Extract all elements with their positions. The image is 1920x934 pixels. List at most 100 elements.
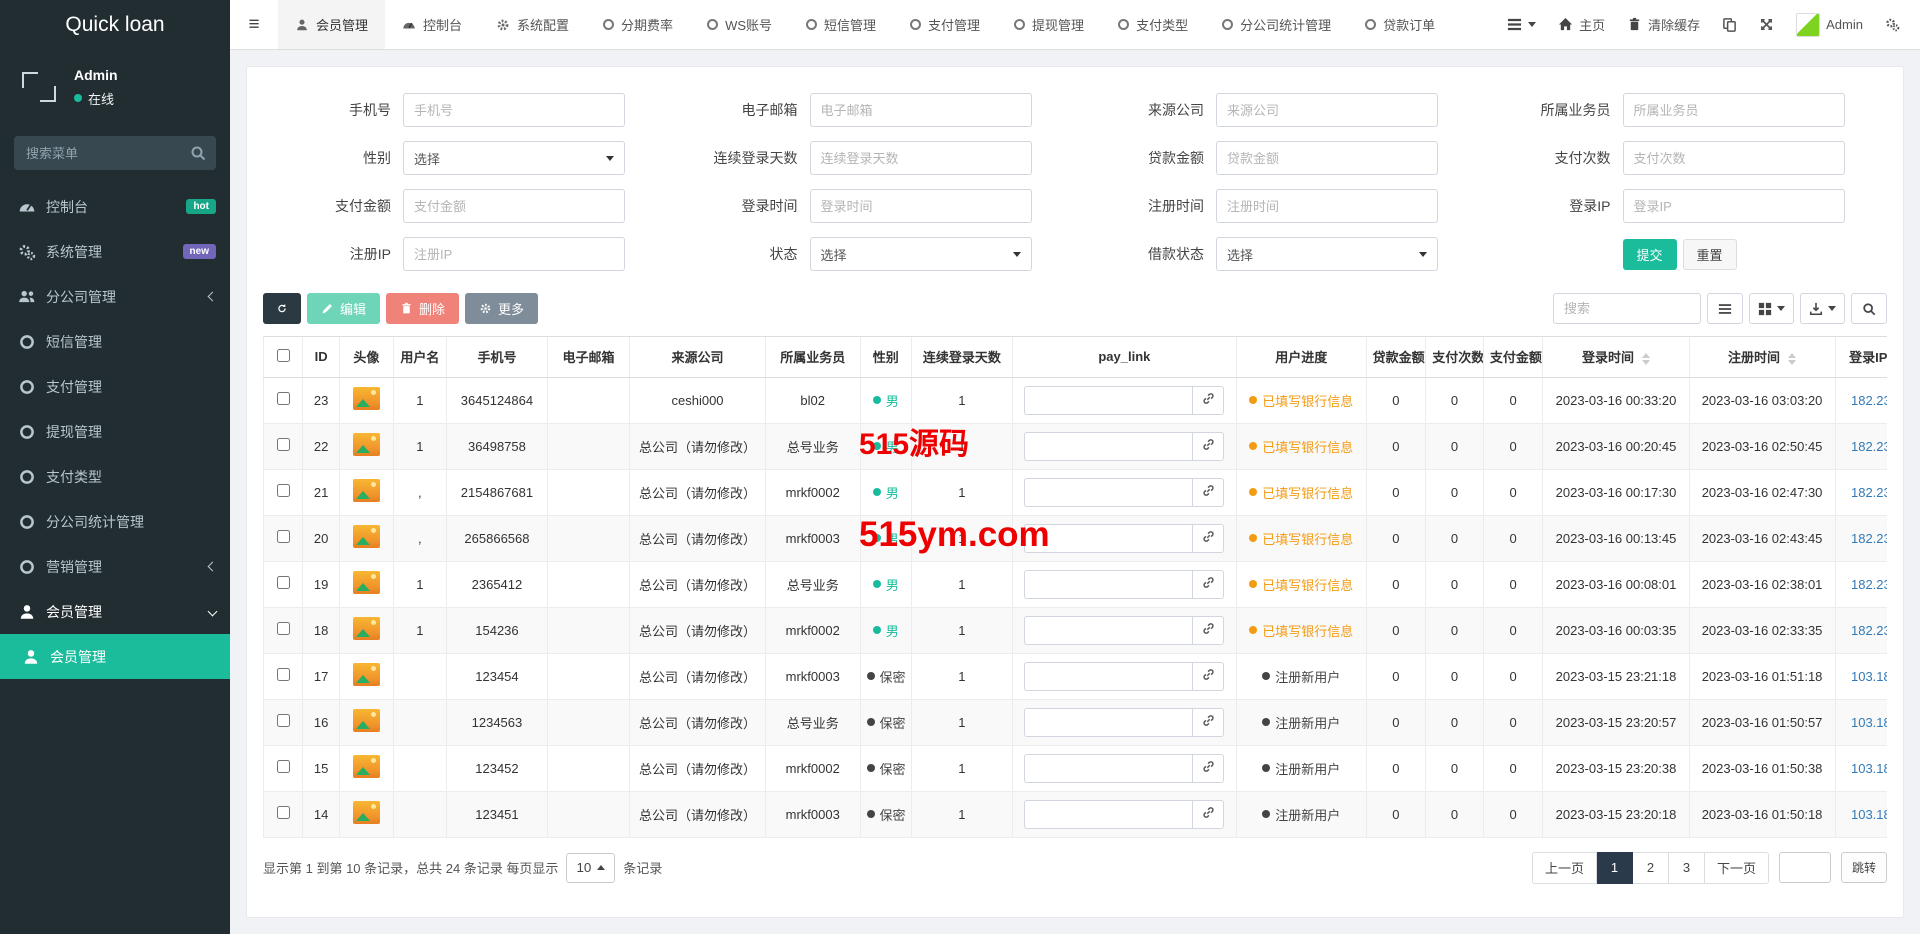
pay-link-button[interactable] — [1192, 799, 1225, 829]
avatar-image[interactable] — [352, 709, 380, 732]
page-button-2[interactable]: 2 — [1632, 851, 1669, 884]
avatar-image[interactable] — [352, 663, 380, 686]
refresh-button[interactable] — [263, 293, 301, 324]
login-ip-link[interactable]: 103.187. — [1851, 715, 1887, 730]
nav-tab-控制台[interactable]: 控制台 — [385, 0, 479, 49]
sidebar-item-提现管理[interactable]: 提现管理 — [0, 409, 230, 454]
pay-link-button[interactable] — [1192, 477, 1225, 507]
sidebar-item-短信管理[interactable]: 短信管理 — [0, 319, 230, 364]
nav-tab-系统配置[interactable]: 系统配置 — [479, 0, 586, 49]
login-ip-link[interactable]: 182.239. — [1851, 577, 1887, 592]
jump-button[interactable]: 跳转 — [1840, 852, 1887, 883]
sidebar-item-会员管理[interactable]: 会员管理 — [0, 589, 230, 634]
col-header-登录IP[interactable]: 登录IP — [1834, 337, 1887, 378]
sidebar-item-控制台[interactable]: 控制台 hot — [0, 184, 230, 229]
sidebar-item-系统管理[interactable]: 系统管理 new — [0, 229, 230, 274]
avatar-image[interactable] — [352, 801, 380, 824]
nav-tab-贷款订单[interactable]: 贷款订单 — [1348, 0, 1452, 49]
sidebar-item-支付类型[interactable]: 支付类型 — [0, 454, 230, 499]
login-ip-link[interactable]: 182.239. — [1851, 485, 1887, 500]
filter-select-状态[interactable]: 选择 — [809, 237, 1032, 271]
filter-input-支付次数[interactable] — [1622, 141, 1845, 175]
avatar-image[interactable] — [352, 571, 380, 594]
search-icon[interactable] — [190, 145, 206, 161]
login-ip-link[interactable]: 103.187. — [1851, 761, 1887, 776]
col-header-登录时间[interactable]: 登录时间 — [1542, 337, 1690, 378]
clear-cache-button[interactable]: 清除缓存 — [1627, 15, 1700, 34]
avatar-image[interactable] — [352, 479, 380, 502]
nav-tab-支付管理[interactable]: 支付管理 — [893, 0, 997, 49]
login-ip-link[interactable]: 182.239. — [1851, 393, 1887, 408]
filter-input-手机号[interactable] — [403, 93, 625, 127]
page-button-1[interactable]: 1 — [1596, 851, 1633, 884]
nav-tab-支付类型[interactable]: 支付类型 — [1101, 0, 1205, 49]
pay-link-button[interactable] — [1192, 753, 1225, 783]
row-checkbox[interactable] — [276, 806, 290, 819]
prev-page-button[interactable]: 上一页 — [1531, 851, 1597, 884]
col-header-注册时间[interactable]: 注册时间 — [1688, 337, 1836, 378]
select-all-checkbox[interactable] — [276, 348, 290, 362]
login-ip-link[interactable]: 182.239. — [1851, 531, 1887, 546]
row-checkbox[interactable] — [276, 668, 290, 681]
row-checkbox[interactable] — [276, 392, 290, 405]
jump-page-input[interactable] — [1778, 852, 1831, 883]
pay-link-button[interactable] — [1192, 569, 1225, 599]
copy-button[interactable] — [1722, 17, 1737, 32]
submit-button[interactable]: 提交 — [1622, 238, 1677, 270]
export-dropdown-button[interactable] — [1800, 293, 1845, 324]
filter-input-登录时间[interactable] — [809, 189, 1032, 223]
avatar-image[interactable] — [352, 525, 380, 548]
login-ip-link[interactable]: 103.187. — [1851, 807, 1887, 822]
avatar-image[interactable] — [352, 387, 380, 410]
edit-button[interactable]: 编辑 — [307, 293, 381, 324]
nav-tab-会员管理[interactable]: 会员管理 — [278, 0, 386, 49]
reset-button[interactable]: 重置 — [1682, 238, 1737, 270]
menu-list-dropdown[interactable] — [1507, 17, 1537, 32]
pay-link-button[interactable] — [1192, 431, 1225, 461]
row-checkbox[interactable] — [276, 530, 290, 543]
page-button-3[interactable]: 3 — [1668, 851, 1705, 884]
delete-button[interactable]: 删除 — [386, 293, 460, 324]
page-size-dropdown[interactable]: 10 — [566, 852, 616, 883]
settings-button[interactable] — [1885, 17, 1900, 32]
row-checkbox[interactable] — [276, 714, 290, 727]
more-button[interactable]: 更多 — [465, 293, 539, 324]
sort-icon[interactable] — [1642, 352, 1651, 365]
filter-input-注册IP[interactable] — [403, 237, 625, 271]
sidebar-item-会员管理[interactable]: 会员管理 — [0, 634, 230, 679]
avatar-image[interactable] — [352, 433, 380, 456]
pay-link-input[interactable] — [1024, 523, 1193, 553]
pay-link-input[interactable] — [1024, 385, 1193, 415]
fullscreen-button[interactable] — [1759, 17, 1774, 32]
home-button[interactable]: 主页 — [1558, 15, 1605, 34]
sidebar-item-分公司管理[interactable]: 分公司管理 — [0, 274, 230, 319]
pay-link-input[interactable] — [1024, 615, 1193, 645]
sidebar-toggle-icon[interactable]: ≡ — [230, 0, 278, 49]
row-checkbox[interactable] — [276, 760, 290, 773]
pay-link-input[interactable] — [1024, 753, 1193, 783]
fullscreen-table-button[interactable] — [1851, 293, 1887, 324]
sidebar-item-营销管理[interactable]: 营销管理 — [0, 544, 230, 589]
nav-tab-提现管理[interactable]: 提现管理 — [997, 0, 1101, 49]
login-ip-link[interactable]: 103.187. — [1851, 669, 1887, 684]
filter-input-登录IP[interactable] — [1622, 189, 1845, 223]
login-ip-link[interactable]: 182.239. — [1851, 439, 1887, 454]
filter-input-连续登录天数[interactable] — [809, 141, 1032, 175]
sidebar-item-支付管理[interactable]: 支付管理 — [0, 364, 230, 409]
row-checkbox[interactable] — [276, 622, 290, 635]
sidebar-item-分公司统计管理[interactable]: 分公司统计管理 — [0, 499, 230, 544]
nav-tab-分期费率[interactable]: 分期费率 — [586, 0, 690, 49]
filter-input-电子邮箱[interactable] — [809, 93, 1032, 127]
pay-link-input[interactable] — [1024, 477, 1193, 507]
avatar-image[interactable] — [352, 755, 380, 778]
filter-input-所属业务员[interactable] — [1622, 93, 1845, 127]
row-checkbox[interactable] — [276, 484, 290, 497]
admin-menu[interactable]: Admin — [1796, 12, 1863, 37]
table-search-input[interactable] — [1553, 293, 1701, 324]
pay-link-button[interactable] — [1192, 385, 1225, 415]
filter-select-借款状态[interactable]: 选择 — [1216, 237, 1438, 271]
pay-link-input[interactable] — [1024, 569, 1193, 599]
avatar-image[interactable] — [352, 617, 380, 640]
pay-link-button[interactable] — [1192, 707, 1225, 737]
filter-input-注册时间[interactable] — [1216, 189, 1438, 223]
